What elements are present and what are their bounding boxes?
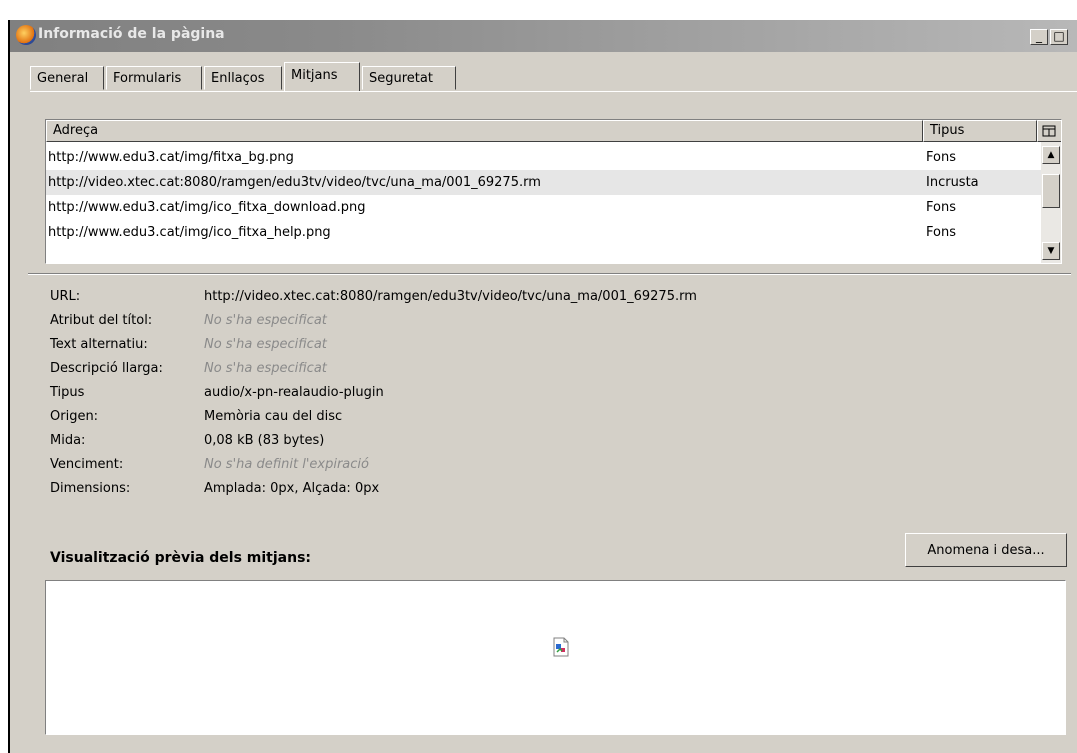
property-label-expiry: Venciment:: [50, 457, 124, 472]
property-value-title: No s'ha especificat: [204, 313, 327, 328]
pane-splitter[interactable]: [28, 273, 1071, 275]
firefox-icon: [16, 25, 36, 45]
row-address: http://www.edu3.cat/img/fitxa_bg.png: [48, 150, 294, 165]
minimize-button[interactable]: _: [1030, 29, 1048, 45]
tab-general[interactable]: General: [30, 66, 104, 90]
property-value-alt: No s'ha especificat: [204, 337, 327, 352]
tab-enllacos[interactable]: Enllaços: [204, 66, 282, 90]
title-bar[interactable]: Informació de la pàgina _ □: [10, 20, 1077, 52]
row-type: Fons: [926, 225, 956, 240]
table-row[interactable]: http://www.edu3.cat/img/ico_fitxa_downlo…: [46, 195, 1042, 220]
column-header-address[interactable]: Adreça: [46, 120, 923, 142]
column-header-type[interactable]: Tipus: [923, 120, 1037, 142]
preview-heading: Visualització prèvia dels mitjans:: [50, 550, 312, 566]
table-row-selected[interactable]: http://video.xtec.cat:8080/ramgen/edu3tv…: [46, 170, 1042, 195]
broken-image-icon: [553, 637, 569, 657]
property-label-size: Mida:: [50, 433, 86, 448]
tab-formularis[interactable]: Formularis: [106, 66, 202, 90]
tab-panel-border: [30, 91, 1077, 92]
tab-seguretat[interactable]: Seguretat: [362, 66, 456, 90]
property-label-url: URL:: [50, 289, 81, 304]
property-value-size: 0,08 kB (83 bytes): [204, 433, 325, 448]
row-address: http://video.xtec.cat:8080/ramgen/edu3tv…: [48, 175, 541, 190]
window-title: Informació de la pàgina: [38, 26, 225, 42]
table-row[interactable]: http://www.edu3.cat/img/fitxa_bg.png Fon…: [46, 145, 1042, 170]
property-label-source: Origen:: [50, 409, 99, 424]
property-label-type: Tipus: [50, 385, 85, 400]
property-value-dimensions: Amplada: 0px, Alçada: 0px: [204, 481, 380, 496]
property-value-url: http://video.xtec.cat:8080/ramgen/edu3tv…: [204, 289, 697, 304]
property-label-longdesc: Descripció llarga:: [50, 361, 163, 376]
table-header: Adreça Tipus: [46, 120, 1061, 142]
row-address: http://www.edu3.cat/img/ico_fitxa_downlo…: [48, 200, 366, 215]
column-picker-icon[interactable]: [1037, 120, 1061, 142]
row-address: http://www.edu3.cat/img/ico_fitxa_help.p…: [48, 225, 331, 240]
scroll-thumb[interactable]: [1042, 174, 1060, 208]
media-table[interactable]: Adreça Tipus http://www.edu3.cat/img/fit…: [45, 119, 1062, 264]
property-label-title: Atribut del títol:: [50, 313, 153, 328]
property-value-longdesc: No s'ha especificat: [204, 361, 327, 376]
property-value-source: Memòria cau del disc: [204, 409, 343, 424]
property-value-type: audio/x-pn-realaudio-plugin: [204, 385, 384, 400]
save-as-button[interactable]: Anomena i desa...: [905, 533, 1067, 567]
table-row[interactable]: http://www.edu3.cat/img/ico_fitxa_help.p…: [46, 220, 1042, 245]
row-type: Fons: [926, 200, 956, 215]
row-type: Fons: [926, 150, 956, 165]
scroll-up-icon[interactable]: ▲: [1042, 146, 1060, 164]
row-type: Incrusta: [926, 175, 979, 190]
property-value-expiry: No s'ha definit l'expiració: [204, 457, 369, 472]
property-label-alt: Text alternatiu:: [50, 337, 148, 352]
table-scrollbar[interactable]: ▲ ▼: [1041, 142, 1061, 263]
maximize-button[interactable]: □: [1050, 29, 1068, 45]
property-label-dimensions: Dimensions:: [50, 481, 131, 496]
media-preview: [45, 580, 1066, 735]
scroll-down-icon[interactable]: ▼: [1042, 242, 1060, 260]
tab-mitjans[interactable]: Mitjans: [284, 62, 360, 91]
